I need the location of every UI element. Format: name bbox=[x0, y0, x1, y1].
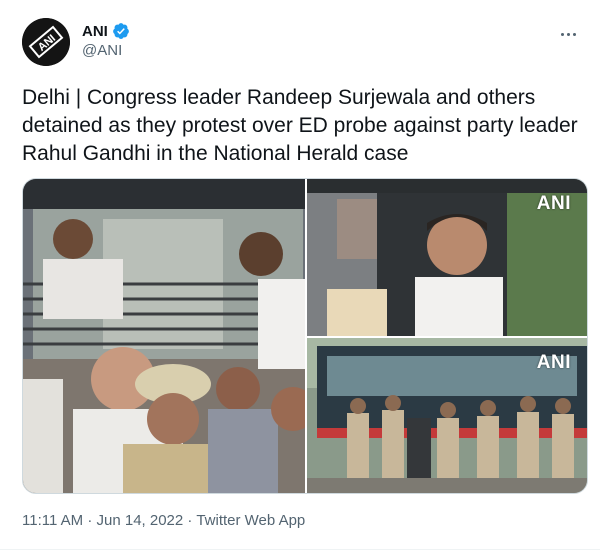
more-horizontal-icon[interactable] bbox=[556, 24, 580, 44]
author-block: ANI @ANI bbox=[82, 22, 130, 59]
name-row: ANI bbox=[82, 22, 130, 40]
bottom-right-photo[interactable]: ANI bbox=[307, 338, 587, 493]
verified-badge-icon bbox=[112, 22, 130, 40]
meta-separator: · bbox=[87, 512, 93, 529]
ani-logo: ANI bbox=[22, 18, 70, 66]
watermark: ANI bbox=[536, 352, 571, 373]
tweet-time[interactable]: 11:11 AM bbox=[22, 512, 83, 529]
watermark: ANI bbox=[536, 193, 571, 214]
meta-separator: · bbox=[187, 512, 193, 529]
tweet-card: ANI ANI @ANI Delhi | Congress leader Ran… bbox=[0, 0, 600, 550]
top-right-photo[interactable]: ANI bbox=[307, 179, 587, 336]
tweet-source[interactable]: Twitter Web App bbox=[196, 512, 305, 529]
avatar[interactable]: ANI bbox=[22, 18, 70, 66]
tweet-text: Delhi | Congress leader Randeep Surjewal… bbox=[22, 86, 578, 165]
tweet-header: ANI ANI @ANI bbox=[22, 14, 584, 70]
media-grid: ANI ANI bbox=[22, 178, 588, 494]
left-photo[interactable] bbox=[23, 179, 305, 493]
author-handle[interactable]: @ANI bbox=[82, 42, 130, 59]
author-name[interactable]: ANI bbox=[82, 23, 108, 40]
tweet-meta: 11:11 AM · Jun 14, 2022 · Twitter Web Ap… bbox=[22, 512, 305, 529]
tweet-date[interactable]: Jun 14, 2022 bbox=[97, 512, 184, 529]
